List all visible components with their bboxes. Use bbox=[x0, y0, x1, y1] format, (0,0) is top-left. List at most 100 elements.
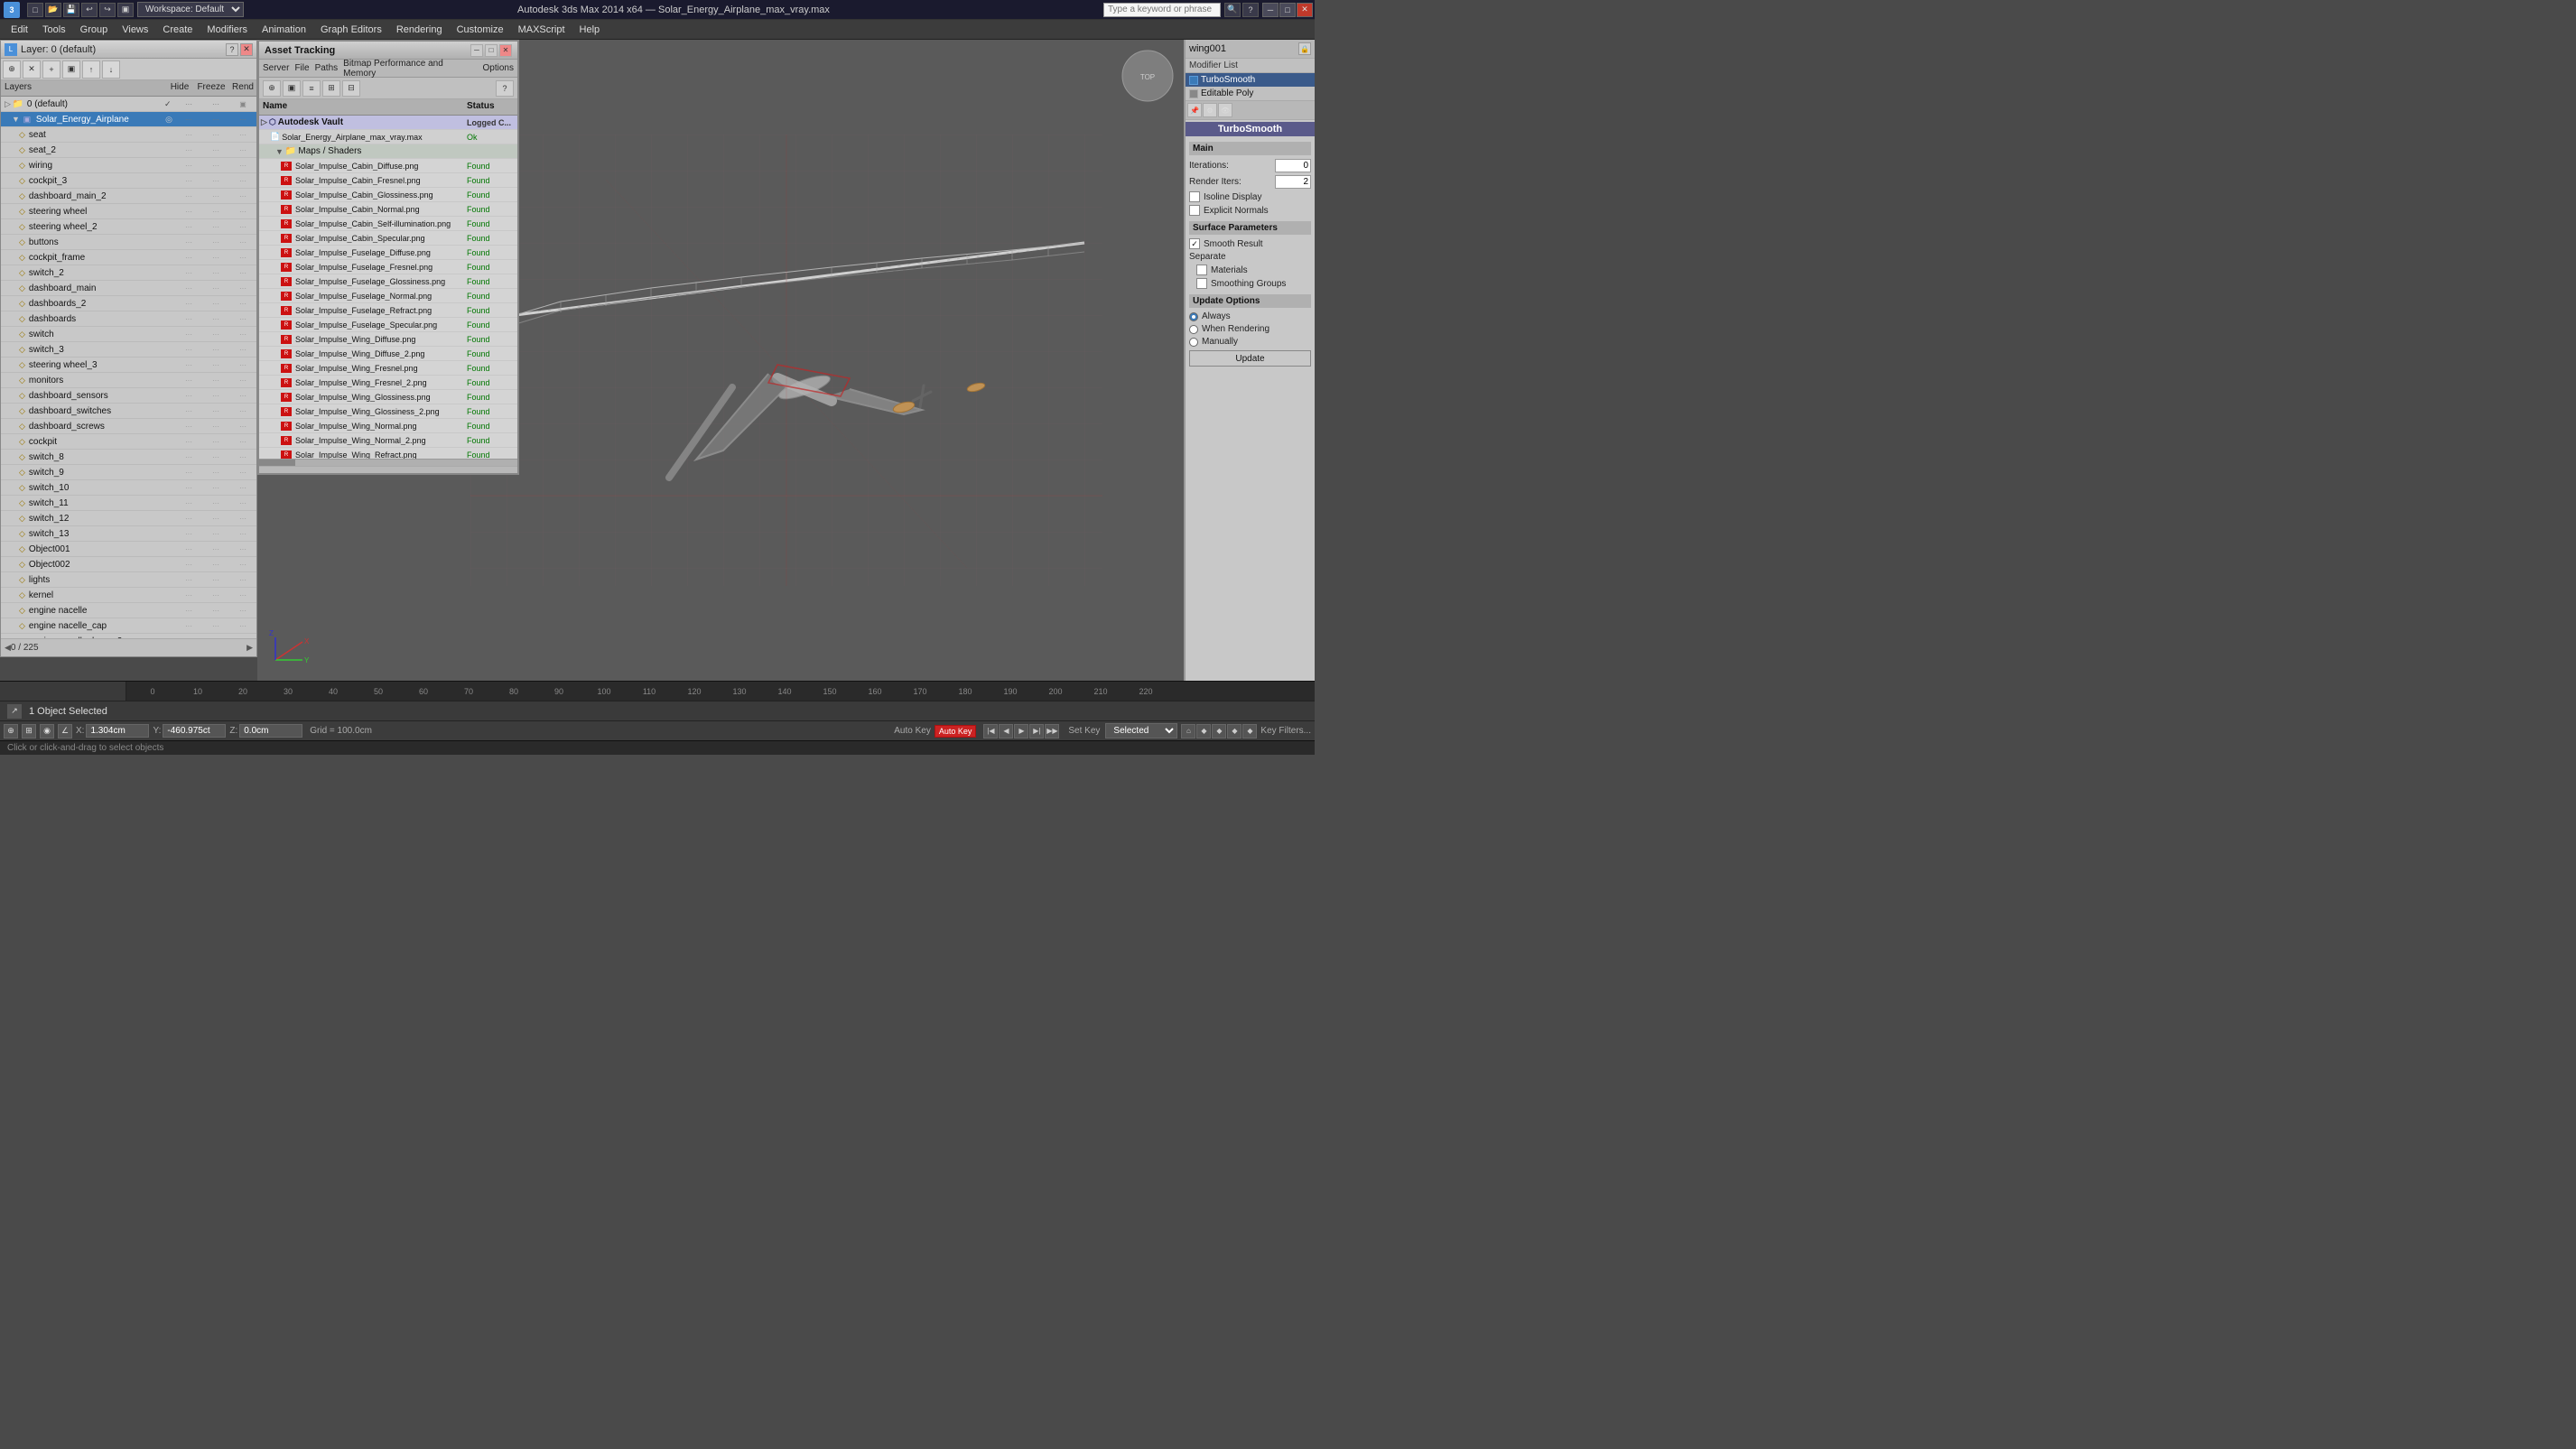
asset-item[interactable]: R Solar_Impulse_Cabin_Fresnel.png Found bbox=[259, 173, 517, 188]
asset-close-btn[interactable]: ✕ bbox=[499, 44, 512, 57]
asset-item[interactable]: R Solar_Impulse_Fuselage_Fresnel.png Fou… bbox=[259, 260, 517, 274]
search-input[interactable] bbox=[1103, 3, 1221, 17]
layer-item[interactable]: ◇ seat ··· ··· ··· bbox=[1, 127, 256, 143]
menu-views[interactable]: Views bbox=[115, 23, 155, 37]
layer-add-sel-btn[interactable]: + bbox=[42, 60, 60, 79]
coord-z-input[interactable] bbox=[239, 724, 302, 738]
layer-close-btn[interactable]: ✕ bbox=[240, 43, 253, 56]
coord-y-input[interactable] bbox=[163, 724, 226, 738]
lock-btn[interactable]: 🔒 bbox=[1298, 42, 1311, 55]
asset-item[interactable]: R Solar_Impulse_Wing_Normal_2.png Found bbox=[259, 433, 517, 448]
render-setup-btn[interactable]: ▣ bbox=[117, 3, 134, 17]
save-btn[interactable]: 💾 bbox=[63, 3, 79, 17]
next-frame-btn[interactable]: ▶| bbox=[1029, 724, 1044, 738]
asset-toolbar-btn3[interactable]: ≡ bbox=[302, 80, 321, 97]
asset-help-btn[interactable]: ? bbox=[496, 80, 514, 97]
layer-item[interactable]: ◇ Object001 ··· ··· ··· bbox=[1, 542, 256, 557]
ts-always-row[interactable]: Always bbox=[1189, 311, 1311, 321]
layer-sel-objs-btn[interactable]: ▣ bbox=[62, 60, 80, 79]
asset-toolbar-btn1[interactable]: ⊕ bbox=[263, 80, 281, 97]
layer-item[interactable]: ◇ dashboards_2 ··· ··· ··· bbox=[1, 296, 256, 311]
selected-dropdown[interactable]: Selected bbox=[1105, 723, 1177, 738]
prev-frame-btn[interactable]: ◀ bbox=[999, 724, 1013, 738]
layer-item[interactable]: ◇ wiring ··· ··· ··· bbox=[1, 158, 256, 173]
layer-item[interactable]: ◇ dashboard_sensors ··· ··· ··· bbox=[1, 388, 256, 404]
layer-item[interactable]: ◇ dashboard_main_2 ··· ··· ··· bbox=[1, 189, 256, 204]
menu-edit[interactable]: Edit bbox=[4, 23, 35, 37]
layer-item[interactable]: ◇ cockpit_frame ··· ··· ··· bbox=[1, 250, 256, 265]
asset-minimize-btn[interactable]: ─ bbox=[470, 44, 483, 57]
asset-item[interactable]: R Solar_Impulse_Wing_Refract.png Found bbox=[259, 448, 517, 459]
asset-item[interactable]: R Solar_Impulse_Fuselage_Specular.png Fo… bbox=[259, 318, 517, 332]
menu-help[interactable]: Help bbox=[572, 23, 608, 37]
asset-toolbar-btn2[interactable]: ▣ bbox=[283, 80, 301, 97]
layer-item[interactable]: ◇ monitors ··· ··· ··· bbox=[1, 373, 256, 388]
asset-restore-btn[interactable]: □ bbox=[485, 44, 498, 57]
layer-item[interactable]: ◇ buttons ··· ··· ··· bbox=[1, 235, 256, 250]
turbosm-modifier[interactable]: TurboSmooth bbox=[1186, 73, 1315, 87]
autokey-btn[interactable]: Auto Key bbox=[935, 725, 977, 738]
layer-item[interactable]: ◇ cockpit_3 ··· ··· ··· bbox=[1, 173, 256, 189]
asset-item[interactable]: R Solar_Impulse_Cabin_Self-illumination.… bbox=[259, 217, 517, 231]
new-btn[interactable]: □ bbox=[27, 3, 43, 17]
layer-scroll-left[interactable]: ◀ bbox=[5, 643, 11, 653]
asset-item[interactable]: R Solar_Impulse_Wing_Fresnel_2.png Found bbox=[259, 376, 517, 390]
asset-menu-paths[interactable]: Paths bbox=[315, 63, 339, 73]
key-filter-btn2[interactable]: ◆ bbox=[1196, 724, 1211, 738]
minimize-btn[interactable]: ─ bbox=[1262, 3, 1279, 17]
asset-list[interactable]: ▷ ⬡ Autodesk Vault Logged C... 📄 Solar_E… bbox=[259, 116, 517, 459]
ts-iterations-input[interactable]: 0 bbox=[1275, 159, 1311, 172]
asset-item[interactable]: R Solar_Impulse_Cabin_Normal.png Found bbox=[259, 202, 517, 217]
layer-item[interactable]: ◇ steering wheel_3 ··· ··· ··· bbox=[1, 358, 256, 373]
coord-lock-icon[interactable]: ⊕ bbox=[4, 724, 18, 738]
layer-item[interactable]: ◇ switch_12 ··· ··· ··· bbox=[1, 511, 256, 526]
ts-smoothing-row[interactable]: Smoothing Groups bbox=[1189, 278, 1311, 289]
play-btn[interactable]: ▶ bbox=[1014, 724, 1028, 738]
workspace-dropdown[interactable]: Workspace: Default bbox=[137, 2, 244, 17]
layer-item[interactable]: ◇ seat_2 ··· ··· ··· bbox=[1, 143, 256, 158]
maximize-btn[interactable]: □ bbox=[1279, 3, 1296, 17]
asset-menu-options[interactable]: Options bbox=[483, 63, 514, 73]
ts-when-rendering-radio[interactable] bbox=[1189, 325, 1198, 334]
asset-menu-bitmap[interactable]: Bitmap Performance and Memory bbox=[343, 59, 477, 79]
asset-item[interactable]: R Solar_Impulse_Fuselage_Refract.png Fou… bbox=[259, 303, 517, 318]
coord-snap-icon[interactable]: ◉ bbox=[40, 724, 54, 738]
asset-item[interactable]: R Solar_Impulse_Wing_Diffuse.png Found bbox=[259, 332, 517, 347]
ts-explicit-checkbox[interactable] bbox=[1189, 205, 1200, 216]
asset-item[interactable]: R Solar_Impulse_Fuselage_Diffuse.png Fou… bbox=[259, 246, 517, 260]
ts-explicit-row[interactable]: Explicit Normals bbox=[1189, 205, 1311, 216]
pin-stack-btn[interactable]: 📌 bbox=[1187, 103, 1202, 117]
ts-manually-radio[interactable] bbox=[1189, 338, 1198, 347]
open-btn[interactable]: 📂 bbox=[45, 3, 61, 17]
key-filter-btn3[interactable]: ◆ bbox=[1212, 724, 1226, 738]
ts-smoothing-checkbox[interactable] bbox=[1196, 278, 1207, 289]
layer-find-btn[interactable]: ↓ bbox=[102, 60, 120, 79]
menu-modifiers[interactable]: Modifiers bbox=[200, 23, 255, 37]
layer-item[interactable]: ◇ steering wheel ··· ··· ··· bbox=[1, 204, 256, 219]
layer-move-btn[interactable]: ↑ bbox=[82, 60, 100, 79]
asset-item[interactable]: R Solar_Impulse_Wing_Normal.png Found bbox=[259, 419, 517, 433]
configure-btn[interactable]: ⚙ bbox=[1203, 103, 1217, 117]
ts-render-iters-input[interactable]: 2 bbox=[1275, 175, 1311, 189]
layer-item[interactable]: ▷ 📁 0 (default) ✓ ··· ··· ▣ bbox=[1, 97, 256, 112]
layer-delete-btn[interactable]: ✕ bbox=[23, 60, 41, 79]
menu-rendering[interactable]: Rendering bbox=[389, 23, 450, 37]
layer-item[interactable]: ◇ switch_8 ··· ··· ··· bbox=[1, 450, 256, 465]
key-filter-btn1[interactable]: ⌂ bbox=[1181, 724, 1195, 738]
close-btn[interactable]: ✕ bbox=[1297, 3, 1313, 17]
ts-smooth-row[interactable]: Smooth Result bbox=[1189, 238, 1311, 249]
layer-item[interactable]: ▼ ▣ Solar_Energy_Airplane ◎ ··· ··· ··· bbox=[1, 112, 256, 127]
ts-manually-row[interactable]: Manually bbox=[1189, 337, 1311, 347]
layer-item[interactable]: ◇ dashboards ··· ··· ··· bbox=[1, 311, 256, 327]
layer-item[interactable]: ◇ switch_3 ··· ··· ··· bbox=[1, 342, 256, 358]
asset-item[interactable]: R Solar_Impulse_Cabin_Specular.png Found bbox=[259, 231, 517, 246]
editablepoly-modifier[interactable]: Editable Poly bbox=[1186, 87, 1315, 100]
ts-always-radio[interactable] bbox=[1189, 312, 1198, 321]
layer-item[interactable]: ◇ engine nacelle ··· ··· ··· bbox=[1, 603, 256, 618]
layer-item[interactable]: ◇ switch_11 ··· ··· ··· bbox=[1, 496, 256, 511]
menu-animation[interactable]: Animation bbox=[255, 23, 313, 37]
asset-item[interactable]: ▼ 📁 Maps / Shaders bbox=[259, 144, 517, 159]
ts-update-btn[interactable]: Update bbox=[1189, 350, 1311, 367]
layer-item[interactable]: ◇ dashboard_main ··· ··· ··· bbox=[1, 281, 256, 296]
layer-item[interactable]: ◇ dashboard_screws ··· ··· ··· bbox=[1, 419, 256, 434]
